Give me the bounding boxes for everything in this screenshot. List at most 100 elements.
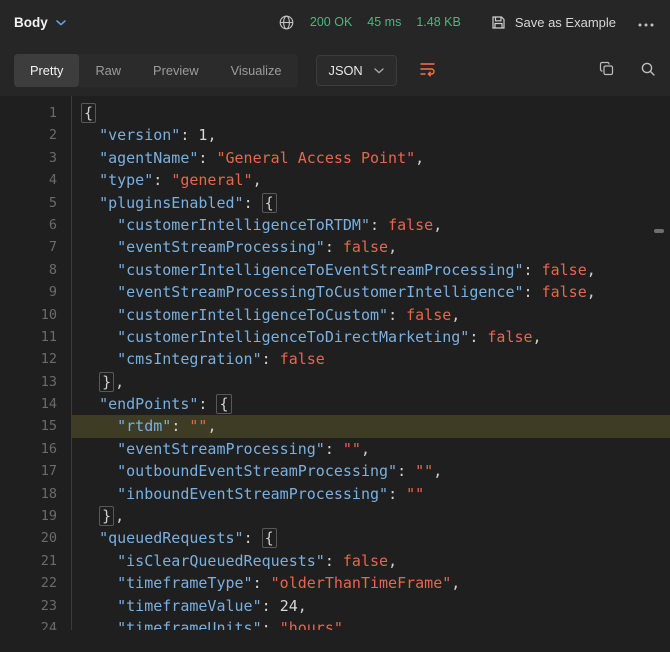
line-content: "customerIntelligenceToDirectMarketing":… <box>117 327 542 346</box>
code-line[interactable]: 10 "customerIntelligenceToCustom": false… <box>0 304 670 326</box>
code-line[interactable]: 20 "queuedRequests": { <box>0 527 670 549</box>
code-line[interactable]: 9 "eventStreamProcessingToCustomerIntell… <box>0 281 670 303</box>
response-body-editor[interactable]: 1{2 "version": 1, 3 "agentName": "General… <box>0 96 670 630</box>
line-number: 17 <box>40 463 57 480</box>
line-content: }, <box>71 371 670 393</box>
line-content: "timeframeValue": 24, <box>117 596 307 615</box>
tab-pretty[interactable]: Pretty <box>14 53 80 87</box>
gutter-separator <box>71 96 72 630</box>
save-as-example-button[interactable]: Save as Example <box>491 15 616 30</box>
line-content: "timeframeType": "olderThanTimeFrame", <box>117 574 461 593</box>
response-header: Body 200 OK 45 ms 1.48 KB Save as Exampl… <box>0 0 670 44</box>
search-icon <box>640 61 656 80</box>
line-content: "eventStreamProcessing": "", <box>117 439 370 458</box>
line-number: 7 <box>48 239 57 256</box>
code-line[interactable]: 12 "cmsIntegration": false <box>0 348 670 370</box>
wrap-lines-icon <box>419 61 436 80</box>
code-line[interactable]: 2 "version": 1, <box>0 124 670 146</box>
code-line[interactable]: 3 "agentName": "General Access Point", <box>0 147 670 169</box>
line-number: 11 <box>40 328 57 345</box>
line-number: 14 <box>40 396 57 413</box>
wrap-lines-button[interactable] <box>415 57 440 84</box>
line-number: 10 <box>40 306 57 323</box>
code-line[interactable]: 14 "endPoints": { <box>0 393 670 415</box>
code-line[interactable]: 15 "rtdm": "", <box>0 415 670 438</box>
code-line[interactable]: 24 "timeframeUnits": "hours", <box>0 617 670 630</box>
line-number: 19 <box>40 508 57 525</box>
tab-raw[interactable]: Raw <box>79 54 137 87</box>
code-line[interactable]: 18 "inboundEventStreamProcessing": "" <box>0 483 670 505</box>
line-content: "customerIntelligenceToEventStreamProces… <box>117 260 596 279</box>
code-line[interactable]: 6 "customerIntelligenceToRTDM": false, <box>0 214 670 236</box>
format-label: JSON <box>328 62 363 78</box>
code-line[interactable]: 17 "outboundEventStreamProcessing": "", <box>0 460 670 482</box>
response-size[interactable]: 1.48 KB <box>416 15 460 29</box>
line-content: }, <box>71 505 670 527</box>
code-line[interactable]: 5 "pluginsEnabled": { <box>0 192 670 214</box>
code-line[interactable]: 13 }, <box>0 371 670 393</box>
line-number: 1 <box>48 105 57 121</box>
line-content: "inboundEventStreamProcessing": "" <box>117 484 425 503</box>
line-number: 4 <box>48 172 57 189</box>
more-options-icon <box>638 15 654 30</box>
vertical-scrollbar-thumb[interactable] <box>654 229 664 233</box>
response-toolbar: Pretty Raw Preview Visualize JSON <box>0 44 670 96</box>
line-number: 24 <box>40 619 57 630</box>
more-options-button[interactable] <box>636 11 656 34</box>
line-number: 6 <box>48 216 57 233</box>
code-line[interactable]: 19 }, <box>0 505 670 527</box>
line-content: "cmsIntegration": false <box>117 350 325 369</box>
code-line[interactable]: 11 "customerIntelligenceToDirectMarketin… <box>0 326 670 348</box>
chevron-down-icon <box>373 67 384 74</box>
save-as-example-label: Save as Example <box>514 14 616 30</box>
save-icon <box>491 15 506 30</box>
line-content: "rtdm": "", <box>71 415 670 438</box>
line-content: "eventStreamProcessingToCustomerIntellig… <box>117 283 596 302</box>
toolbar-right-icons <box>599 61 656 80</box>
line-content: { <box>71 102 670 124</box>
line-number: 16 <box>40 440 57 457</box>
copy-button[interactable] <box>599 61 614 79</box>
line-content: "customerIntelligenceToCustom": false, <box>117 305 461 324</box>
line-number: 22 <box>40 575 57 592</box>
status-badge[interactable]: 200 OK <box>310 15 352 29</box>
code-line[interactable]: 21 "isClearQueuedRequests": false, <box>0 550 670 572</box>
code-line[interactable]: 23 "timeframeValue": 24, <box>0 595 670 617</box>
code-line[interactable]: 4 "type": "general", <box>0 169 670 191</box>
body-label: Body <box>14 14 48 30</box>
copy-icon <box>599 61 614 79</box>
horizontal-scrollbar-track[interactable] <box>0 630 670 652</box>
body-dropdown[interactable]: Body <box>14 15 66 30</box>
line-content: "outboundEventStreamProcessing": "", <box>117 462 443 481</box>
code-line[interactable]: 1{ <box>0 102 670 124</box>
line-number: 5 <box>48 194 57 211</box>
code-line[interactable]: 8 "customerIntelligenceToEventStreamProc… <box>0 259 670 281</box>
line-content: "agentName": "General Access Point", <box>99 148 425 167</box>
search-button[interactable] <box>640 61 656 80</box>
line-number: 15 <box>40 418 57 435</box>
response-meta: 200 OK 45 ms 1.48 KB <box>278 14 461 31</box>
globe-icon[interactable] <box>278 14 295 31</box>
code-line[interactable]: 16 "eventStreamProcessing": "", <box>0 438 670 460</box>
format-dropdown[interactable]: JSON <box>315 54 397 86</box>
line-content: "isClearQueuedRequests": false, <box>117 551 398 570</box>
line-content: "eventStreamProcessing": false, <box>117 238 398 257</box>
response-time[interactable]: 45 ms <box>367 15 401 29</box>
line-number: 21 <box>40 552 57 569</box>
line-content: "customerIntelligenceToRTDM": false, <box>117 215 443 234</box>
line-number: 12 <box>40 351 57 368</box>
code-lines: 1{2 "version": 1, 3 "agentName": "General… <box>0 102 670 630</box>
code-line[interactable]: 22 "timeframeType": "olderThanTimeFrame"… <box>0 572 670 594</box>
line-content: "endPoints": { <box>71 393 670 415</box>
line-number: 8 <box>48 261 57 278</box>
tab-preview[interactable]: Preview <box>137 54 215 87</box>
line-number: 20 <box>40 530 57 547</box>
line-number: 2 <box>48 127 57 144</box>
tab-visualize[interactable]: Visualize <box>215 54 298 87</box>
chevron-down-icon <box>55 20 66 26</box>
line-number: 3 <box>48 149 57 166</box>
line-content: "type": "general", <box>99 171 262 190</box>
code-line[interactable]: 7 "eventStreamProcessing": false, <box>0 236 670 258</box>
response-view-tabs: Pretty Raw Preview Visualize <box>14 53 298 87</box>
line-content: "pluginsEnabled": { <box>71 192 670 214</box>
